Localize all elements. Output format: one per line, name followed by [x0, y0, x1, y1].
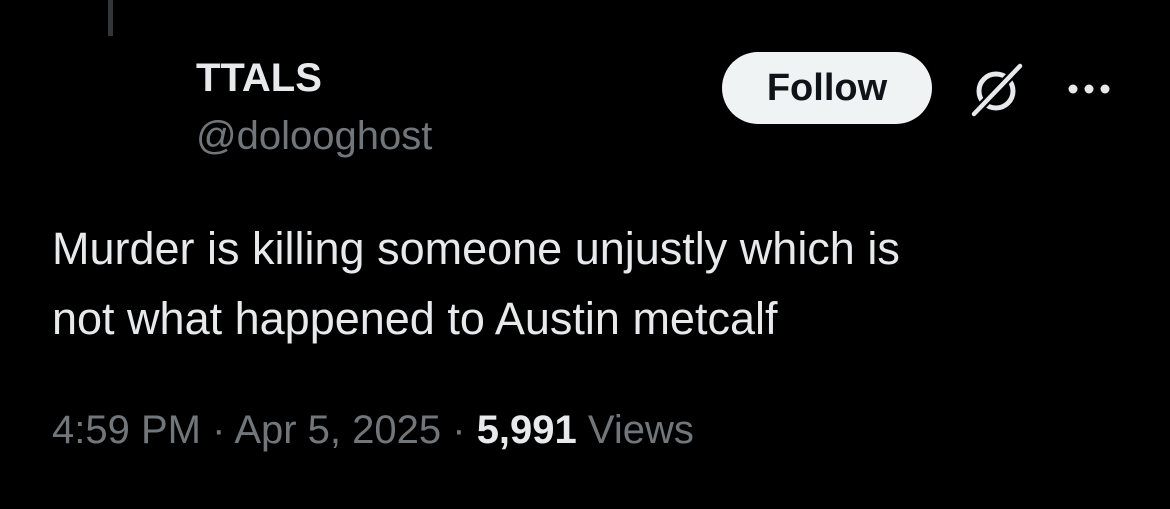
more-icon[interactable]	[1064, 74, 1114, 104]
author-display-name[interactable]: TTALS	[196, 54, 322, 102]
more-icon-svg	[1068, 84, 1110, 94]
author-handle[interactable]: @dolooghost	[196, 112, 432, 160]
grok-icon[interactable]	[964, 58, 1028, 122]
meta-separator: ·	[200, 408, 235, 452]
tweet-date[interactable]: Apr 5, 2025	[234, 408, 441, 452]
views-count: 5,991	[476, 408, 577, 452]
tweet-text-line: not what happened to Austin metcalf	[52, 293, 778, 344]
views-label: Views	[587, 408, 694, 452]
tweet-time[interactable]: 4:59 PM	[52, 408, 201, 452]
tweet-text: Murder is killing someone unjustly which…	[52, 214, 1122, 354]
avatar[interactable]	[52, 64, 172, 184]
tweet-text-line: Murder is killing someone unjustly which…	[52, 223, 900, 274]
grok-icon-svg	[969, 61, 1025, 119]
follow-button[interactable]: Follow	[722, 52, 932, 124]
tweet-meta: 4:59 PM · Apr 5, 2025 · 5,991 Views	[52, 404, 694, 456]
meta-separator: ·	[441, 408, 477, 452]
thread-connector-line	[108, 0, 113, 36]
